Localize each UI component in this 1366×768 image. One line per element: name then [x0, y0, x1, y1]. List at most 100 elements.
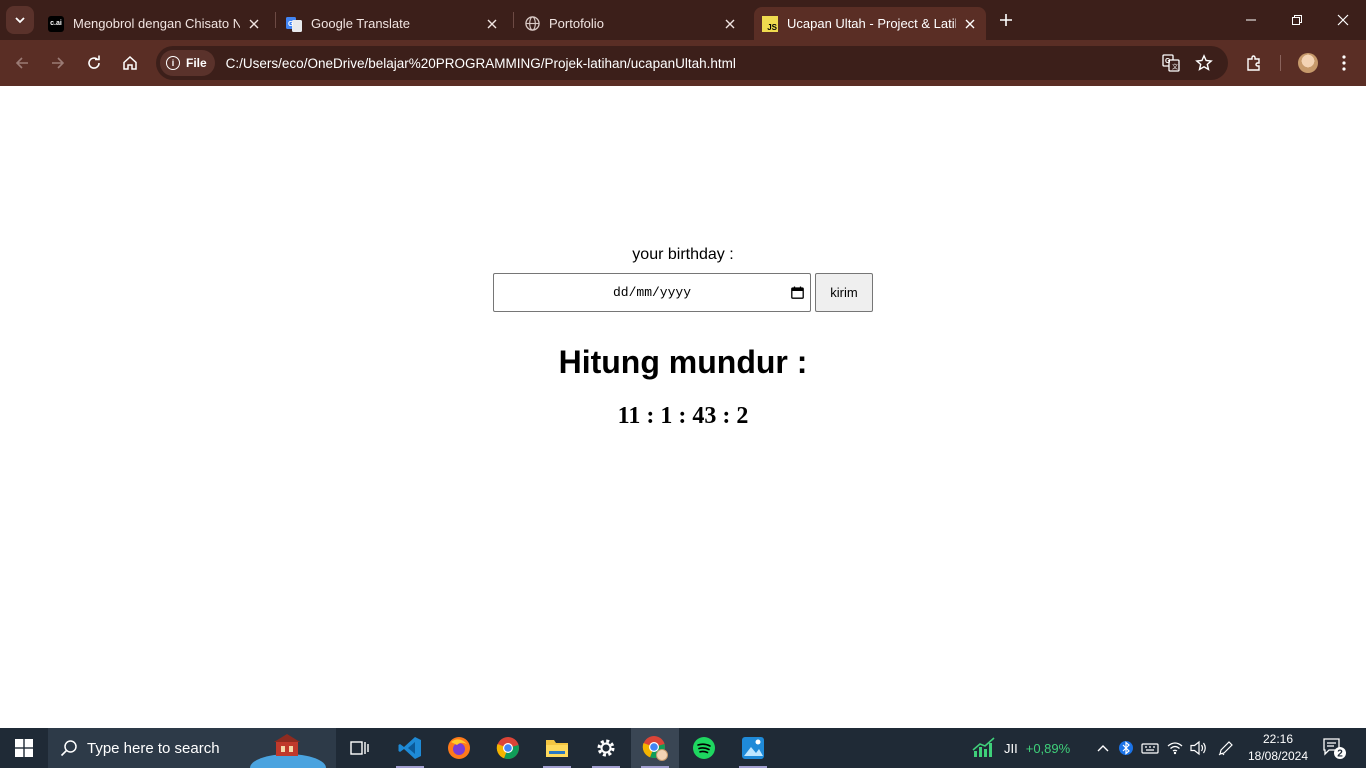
browser-menu-button[interactable] — [1330, 49, 1358, 77]
close-tab-icon[interactable] — [722, 16, 738, 32]
back-button[interactable] — [8, 49, 36, 77]
stock-chart-icon — [972, 737, 995, 757]
tab-label: Ucapan Ultah - Project & Latiha — [787, 16, 956, 31]
birthday-label: your birthday : — [632, 246, 734, 263]
chevron-up-icon — [1097, 745, 1109, 752]
forward-button[interactable] — [44, 49, 72, 77]
task-view-button[interactable] — [336, 728, 384, 768]
chrome-profile-icon — [642, 736, 668, 761]
pen-icon — [1218, 741, 1233, 756]
close-tab-icon[interactable] — [962, 16, 978, 32]
tab-label: Mengobrol dengan Chisato Nis — [73, 16, 240, 31]
taskbar-app-chrome-profile[interactable] — [631, 728, 679, 768]
svg-text:G: G — [1165, 58, 1171, 65]
translate-icon: G文 — [1162, 54, 1180, 72]
keyboard-icon — [1141, 743, 1159, 754]
taskbar-search[interactable]: Type here to search — [48, 728, 336, 768]
task-view-icon — [350, 741, 369, 755]
home-icon — [123, 55, 137, 70]
taskbar-app-file-explorer[interactable] — [533, 728, 581, 768]
tab-google-translate[interactable]: G Google Translate — [278, 7, 508, 40]
clock-time: 22:16 — [1262, 732, 1294, 746]
tab-search-button[interactable] — [6, 6, 34, 34]
taskbar: Type here to search JII +0,89% 22:16 18/… — [0, 728, 1366, 768]
birthday-date-input[interactable]: dd/mm/yyyy — [493, 273, 811, 312]
bluetooth-icon — [1119, 741, 1133, 755]
more-vertical-icon — [1342, 55, 1346, 71]
avatar — [1298, 53, 1318, 73]
tab-character-ai[interactable]: c.ai Mengobrol dengan Chisato Nis — [40, 7, 270, 40]
taskbar-app-firefox[interactable] — [435, 728, 483, 768]
notification-center-button[interactable]: 2 — [1322, 728, 1348, 768]
page-content: your birthday : dd/mm/yyyy kirim Hitung … — [0, 86, 1366, 728]
show-hidden-icons-button[interactable] — [1094, 728, 1112, 768]
title-bar: c.ai Mengobrol dengan Chisato Nis G Goog… — [0, 0, 1366, 40]
site-info-label: File — [186, 56, 207, 70]
minimize-button[interactable] — [1228, 0, 1274, 40]
folder-icon — [546, 740, 568, 757]
url-text[interactable]: C:/Users/eco/OneDrive/belajar%20PROGRAMM… — [226, 56, 736, 71]
gear-icon — [597, 739, 615, 757]
search-placeholder: Type here to search — [87, 739, 220, 757]
home-button[interactable] — [116, 49, 144, 77]
plus-icon — [1000, 14, 1012, 26]
spotify-icon — [693, 737, 715, 759]
windows-icon — [15, 739, 33, 757]
tab-ucapan-ultah[interactable]: JS Ucapan Ultah - Project & Latiha — [754, 7, 986, 40]
stock-ticker: JII — [1004, 740, 1018, 756]
search-icon — [60, 740, 77, 757]
close-icon — [1337, 14, 1349, 26]
taskbar-app-photos[interactable] — [729, 728, 777, 768]
wifi-icon — [1167, 742, 1183, 755]
search-highlight-illustration-icon — [250, 734, 326, 768]
countdown-title: Hitung mundur : — [558, 344, 808, 380]
restore-icon — [1292, 15, 1302, 25]
taskbar-app-vscode[interactable] — [386, 728, 434, 768]
start-button[interactable] — [0, 728, 48, 768]
bookmark-button[interactable] — [1191, 50, 1217, 76]
bluetooth-tray-icon[interactable] — [1119, 728, 1133, 768]
stock-widget[interactable]: JII +0,89% — [972, 728, 1070, 768]
google-translate-icon: G — [286, 16, 302, 32]
new-tab-button[interactable] — [994, 8, 1018, 32]
toolbar-separator — [1280, 55, 1281, 71]
taskbar-clock[interactable]: 22:16 18/08/2024 — [1244, 731, 1312, 765]
address-bar[interactable]: i File C:/Users/eco/OneDrive/belajar%20P… — [156, 46, 1228, 80]
pen-tray-icon[interactable] — [1218, 728, 1234, 768]
close-tab-icon[interactable] — [246, 16, 262, 32]
stock-change: +0,89% — [1025, 740, 1071, 756]
input-method-tray-icon[interactable] — [1141, 728, 1159, 768]
taskbar-app-spotify[interactable] — [680, 728, 728, 768]
star-icon — [1195, 54, 1213, 71]
speaker-icon — [1190, 740, 1206, 756]
volume-tray-icon[interactable] — [1190, 728, 1208, 768]
vscode-icon — [398, 737, 421, 759]
close-window-button[interactable] — [1320, 0, 1366, 40]
close-tab-icon[interactable] — [484, 16, 500, 32]
tab-separator — [513, 12, 514, 28]
taskbar-app-chrome[interactable] — [484, 728, 532, 768]
javascript-icon: JS — [762, 15, 778, 32]
chrome-icon — [496, 737, 519, 760]
wifi-tray-icon[interactable] — [1167, 728, 1183, 768]
restore-button[interactable] — [1274, 0, 1320, 40]
notification-count: 2 — [1337, 749, 1343, 760]
reload-icon — [88, 55, 100, 69]
extensions-button[interactable] — [1240, 49, 1268, 77]
notification-icon: 2 — [1323, 738, 1346, 760]
date-placeholder: dd/mm/yyyy — [612, 285, 691, 300]
calendar-icon[interactable] — [791, 286, 804, 299]
translate-page-button[interactable]: G文 — [1158, 50, 1184, 76]
taskbar-app-settings[interactable] — [582, 728, 630, 768]
clock-date: 18/08/2024 — [1247, 749, 1309, 763]
site-info-chip[interactable]: i File — [160, 50, 215, 76]
browser-toolbar: i File C:/Users/eco/OneDrive/belajar%20P… — [0, 40, 1366, 86]
arrow-left-icon — [15, 57, 28, 69]
submit-button[interactable]: kirim — [815, 273, 873, 312]
profile-button[interactable] — [1294, 49, 1322, 77]
tab-portofolio[interactable]: Portofolio — [516, 7, 746, 40]
chevron-down-icon — [15, 17, 25, 24]
info-icon: i — [166, 56, 180, 70]
svg-text:G: G — [288, 21, 294, 28]
reload-button[interactable] — [80, 49, 108, 77]
